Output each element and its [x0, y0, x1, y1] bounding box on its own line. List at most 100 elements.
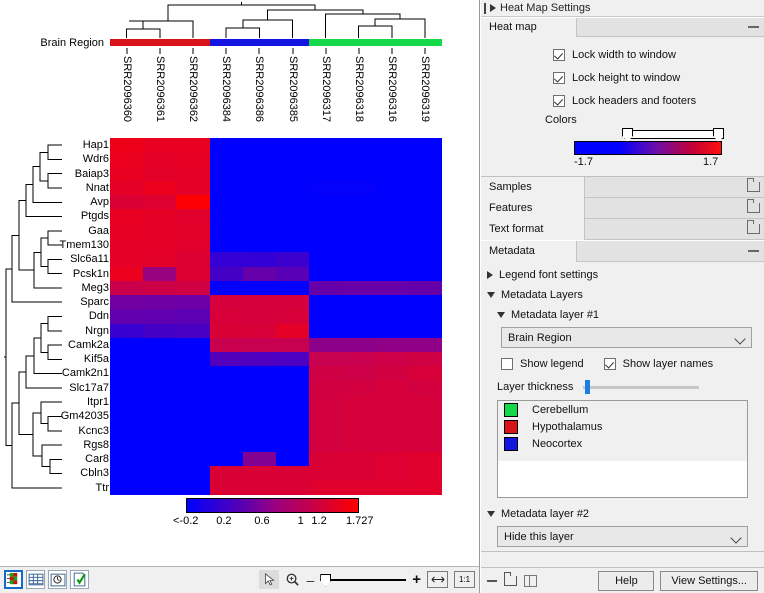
heatmap-cell[interactable] — [409, 466, 442, 480]
heatmap-cell[interactable] — [210, 281, 243, 295]
heatmap-cell[interactable] — [143, 481, 176, 495]
heatmap-cell[interactable] — [309, 324, 342, 338]
actual-size-button[interactable]: 1:1 — [454, 571, 475, 588]
row-label[interactable]: Ddn — [89, 309, 109, 323]
heatmap-cell[interactable] — [342, 366, 375, 380]
heatmap-cell[interactable] — [309, 167, 342, 181]
column-label[interactable]: SRR2096385 — [276, 48, 309, 136]
chart-view-icon[interactable] — [48, 570, 67, 589]
heatmap-cell[interactable] — [376, 152, 409, 166]
heatmap-cell[interactable] — [276, 466, 309, 480]
heatmap-cell[interactable] — [210, 167, 243, 181]
lock-width-row[interactable]: Lock width to window — [553, 43, 756, 66]
heatmap-cell[interactable] — [243, 309, 276, 323]
heatmap-cell[interactable] — [342, 138, 375, 152]
heatmap-cell[interactable] — [376, 409, 409, 423]
heatmap-cell[interactable] — [243, 338, 276, 352]
row-label[interactable]: Wdr6 — [83, 152, 109, 166]
heatmap-cell[interactable] — [376, 167, 409, 181]
column-label[interactable]: SRR2096318 — [342, 48, 375, 136]
heatmap-cell[interactable] — [376, 309, 409, 323]
heatmap-cell[interactable] — [176, 352, 209, 366]
heatmap-cell[interactable] — [210, 381, 243, 395]
heatmap-cell[interactable] — [409, 181, 442, 195]
row-label[interactable]: Car8 — [85, 452, 109, 466]
heatmap-cell[interactable] — [143, 195, 176, 209]
heatmap-cell[interactable] — [110, 395, 143, 409]
heatmap-cell[interactable] — [243, 167, 276, 181]
heatmap-cell[interactable] — [276, 195, 309, 209]
row-label[interactable]: Kif5a — [84, 352, 109, 366]
heatmap-cell[interactable] — [376, 466, 409, 480]
heatmap-cell[interactable] — [176, 309, 209, 323]
heatmap-cell[interactable] — [309, 438, 342, 452]
heatmap-cell[interactable] — [376, 324, 409, 338]
heatmap-cell[interactable] — [110, 167, 143, 181]
heatmap-cell[interactable] — [176, 295, 209, 309]
heatmap-cell[interactable] — [143, 238, 176, 252]
lock-height-checkbox[interactable] — [553, 72, 565, 84]
heatmap-cell[interactable] — [110, 324, 143, 338]
heatmap-cell[interactable] — [342, 452, 375, 466]
collapse-metadata-group-button[interactable] — [742, 250, 764, 252]
heatmap-cell[interactable] — [276, 238, 309, 252]
heatmap-cell[interactable] — [276, 481, 309, 495]
heatmap-cell[interactable] — [342, 295, 375, 309]
heatmap-cell[interactable] — [210, 309, 243, 323]
heatmap-cell[interactable] — [276, 138, 309, 152]
heatmap-cell[interactable] — [309, 295, 342, 309]
chevron-down-icon[interactable] — [487, 292, 495, 298]
heatmap-cell[interactable] — [409, 309, 442, 323]
heatmap-cell[interactable] — [210, 209, 243, 223]
heatmap-cell[interactable] — [210, 138, 243, 152]
heatmap-cell[interactable] — [110, 366, 143, 380]
heatmap-cell[interactable] — [276, 309, 309, 323]
heatmap-cell[interactable] — [110, 338, 143, 352]
heatmap-cell[interactable] — [276, 338, 309, 352]
heatmap-cell[interactable] — [176, 324, 209, 338]
heatmap-cell[interactable] — [110, 452, 143, 466]
lock-height-row[interactable]: Lock height to window — [553, 66, 756, 89]
heatmap-cell[interactable] — [342, 238, 375, 252]
heatmap-cell[interactable] — [176, 238, 209, 252]
column-label[interactable]: SRR2096386 — [243, 48, 276, 136]
heatmap-cell[interactable] — [110, 152, 143, 166]
features-group-label[interactable]: Features — [481, 198, 585, 219]
row-label[interactable]: Ptgds — [81, 209, 109, 223]
heatmap-cell[interactable] — [276, 295, 309, 309]
heatmap-cell[interactable] — [143, 466, 176, 480]
collapse-heatmap-group-button[interactable] — [742, 26, 764, 28]
heatmap-cell[interactable] — [309, 366, 342, 380]
expand-features-group-button[interactable] — [742, 203, 764, 213]
lock-headers-row[interactable]: Lock headers and footers — [553, 89, 756, 112]
heatmap-cell[interactable] — [143, 395, 176, 409]
heatmap-cell[interactable] — [176, 438, 209, 452]
heatmap-cell[interactable] — [243, 466, 276, 480]
heatmap-cell[interactable] — [243, 195, 276, 209]
heatmap-cell[interactable] — [243, 209, 276, 223]
heatmap-cell[interactable] — [309, 195, 342, 209]
heatmap-cell[interactable] — [110, 352, 143, 366]
heatmap-cell[interactable] — [176, 366, 209, 380]
heatmap-cell[interactable] — [276, 167, 309, 181]
heatmap-cell[interactable] — [243, 295, 276, 309]
lock-headers-checkbox[interactable] — [553, 95, 565, 107]
heatmap-cell[interactable] — [143, 352, 176, 366]
expand-samples-group-button[interactable] — [742, 182, 764, 192]
row-label[interactable]: Rgs8 — [83, 438, 109, 452]
lock-width-checkbox[interactable] — [553, 49, 565, 61]
heatmap-cell[interactable] — [110, 281, 143, 295]
heatmap-cell[interactable] — [342, 466, 375, 480]
heatmap-cell[interactable] — [276, 181, 309, 195]
heatmap-cell[interactable] — [276, 352, 309, 366]
heatmap-cell[interactable] — [376, 267, 409, 281]
color-range-min-handle[interactable] — [622, 128, 633, 142]
heatmap-cell[interactable] — [309, 152, 342, 166]
heatmap-cell[interactable] — [210, 366, 243, 380]
metadata-strip-segment[interactable] — [210, 39, 310, 46]
heatmap-cell[interactable] — [110, 466, 143, 480]
heatmap-cell[interactable] — [309, 466, 342, 480]
heatmap-cell[interactable] — [309, 209, 342, 223]
heatmap-cell[interactable] — [409, 152, 442, 166]
heatmap-cell[interactable] — [143, 381, 176, 395]
